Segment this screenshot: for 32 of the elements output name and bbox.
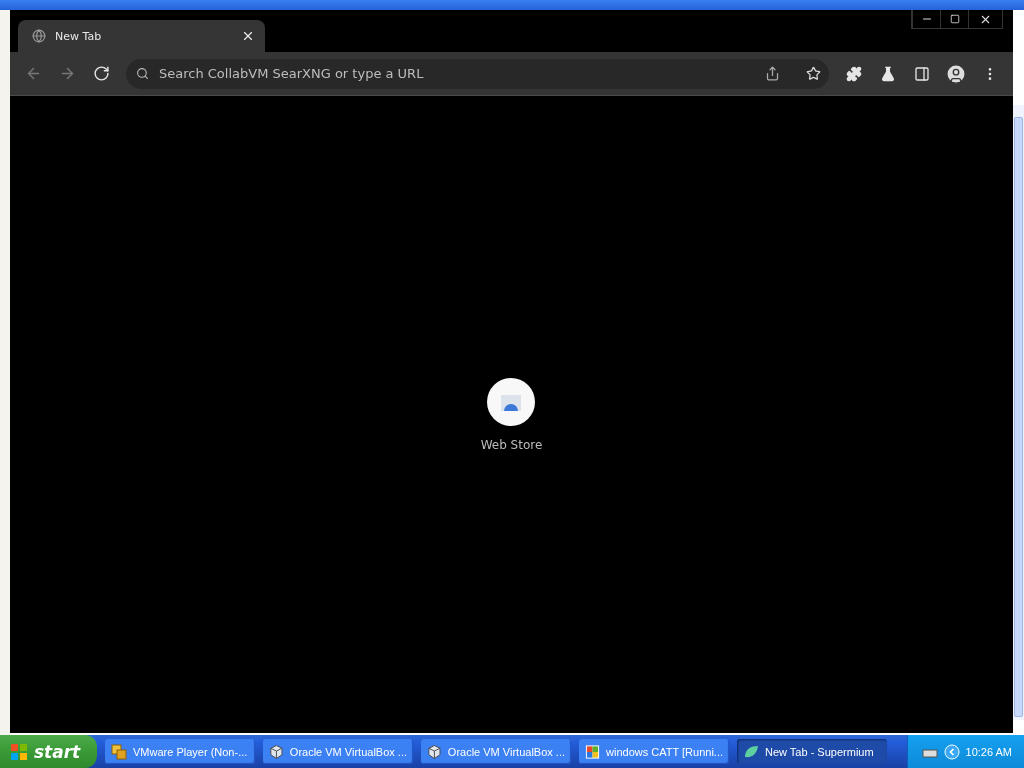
puzzle-icon: [846, 65, 862, 82]
search-icon: [136, 67, 149, 80]
tab-title: New Tab: [55, 29, 103, 43]
cube-icon: [269, 743, 284, 760]
reload-icon: [92, 65, 110, 82]
leaf-icon: [743, 743, 759, 760]
start-button[interactable]: start: [0, 735, 97, 768]
window-icon: [585, 743, 601, 760]
scrollbar[interactable]: [1013, 105, 1024, 720]
chevron-icon[interactable]: [943, 743, 960, 760]
taskbar-button[interactable]: VMware Player (Non-...: [105, 739, 255, 764]
share-icon[interactable]: [765, 66, 780, 81]
address-bar[interactable]: Search CollabVM SearXNG or type a URL: [126, 58, 829, 89]
taskbar-button[interactable]: windows CATT [Runni...: [579, 739, 729, 764]
taskbar-button[interactable]: Oracle VM VirtualBox ...: [421, 739, 571, 764]
taskbar-button[interactable]: Oracle VM VirtualBox ...: [263, 739, 413, 764]
globe-icon: [32, 29, 46, 43]
clock: 10:26 AM: [965, 745, 1012, 758]
maximize-icon: [949, 14, 960, 24]
cube-icon: [427, 743, 442, 760]
taskbar-button[interactable]: New Tab - Supermium: [737, 739, 887, 764]
vmware-icon: [111, 743, 127, 760]
side-panel-icon: [914, 65, 930, 82]
user-icon: [945, 62, 967, 85]
windows-flag-icon: [10, 742, 28, 761]
scrollbar-thumb[interactable]: [1014, 117, 1023, 717]
shortcut-tile[interactable]: Web Store: [472, 373, 551, 456]
shortcut-label: Web Store: [480, 437, 543, 452]
close-tab-icon[interactable]: [241, 29, 255, 43]
browser-tab[interactable]: New Tab: [18, 20, 265, 52]
flask-icon: [880, 65, 896, 82]
star-icon[interactable]: [806, 66, 821, 81]
